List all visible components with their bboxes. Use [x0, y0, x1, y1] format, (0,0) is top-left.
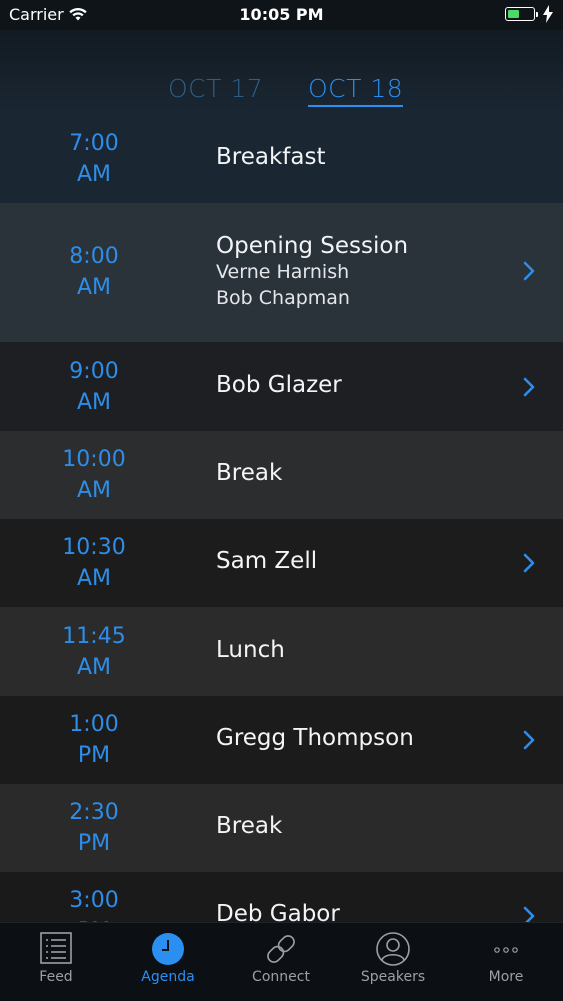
- session-title: Lunch: [216, 637, 285, 663]
- session-title: Sam Zell: [216, 548, 318, 574]
- tab-agenda[interactable]: Agenda: [112, 923, 224, 1001]
- agenda-row-breakfast[interactable]: 7:00 AM Breakfast: [0, 114, 563, 203]
- tab-label: Speakers: [360, 969, 426, 985]
- agenda-row-opening-session[interactable]: 8:00 AM Opening Session Verne Harnish Bo…: [0, 203, 563, 342]
- chevron-right-icon[interactable]: [523, 553, 535, 573]
- time-value: 10:30: [62, 535, 126, 560]
- session-time: 3:00 PM: [0, 885, 188, 922]
- tab-label: More: [488, 969, 524, 985]
- tab-feed[interactable]: Feed: [0, 923, 112, 1001]
- time-value: 7:00: [69, 131, 119, 156]
- session-time: 9:00 AM: [0, 356, 188, 418]
- session-time: 10:00 AM: [0, 444, 188, 506]
- time-period: AM: [76, 655, 112, 680]
- session-title: Break: [216, 813, 283, 839]
- agenda-row-sam-zell[interactable]: 10:30 AM Sam Zell: [0, 519, 563, 607]
- time-period: AM: [76, 566, 112, 591]
- session-time: 10:30 AM: [0, 532, 188, 594]
- time-period: PM: [77, 831, 111, 856]
- session-title: Bob Glazer: [216, 372, 342, 398]
- tab-more[interactable]: More: [450, 923, 562, 1001]
- agenda-list[interactable]: 7:00 AM Breakfast 8:00 AM Opening Sessio…: [0, 114, 563, 922]
- time-value: 3:00: [69, 888, 119, 913]
- battery-icon: [505, 7, 538, 21]
- session-title: Gregg Thompson: [216, 725, 414, 751]
- clock-icon: [152, 933, 184, 965]
- time-value: 2:30: [69, 800, 119, 825]
- chevron-right-icon[interactable]: [523, 906, 535, 922]
- time-period: AM: [76, 162, 112, 187]
- agenda-row-break[interactable]: 2:30 PM Break: [0, 784, 563, 872]
- status-bar: Carrier 10:05 PM: [0, 0, 563, 30]
- time-value: 9:00: [69, 359, 119, 384]
- time-value: 11:45: [62, 624, 126, 649]
- link-icon: [267, 935, 295, 963]
- agenda-row-lunch[interactable]: 11:45 AM Lunch: [0, 607, 563, 696]
- time-period: AM: [76, 390, 112, 415]
- session-time: 11:45 AM: [0, 621, 188, 683]
- time-period: PM: [77, 743, 111, 768]
- tab-speakers[interactable]: Speakers: [337, 923, 449, 1001]
- session-time: 2:30 PM: [0, 797, 188, 859]
- agenda-row-break[interactable]: 10:00 AM Break: [0, 431, 563, 519]
- tab-bar: Feed Agenda Connect Speakers More: [0, 922, 563, 1001]
- time-period: AM: [76, 275, 112, 300]
- tab-connect[interactable]: Connect: [225, 923, 337, 1001]
- tab-label: Agenda: [141, 969, 195, 985]
- chevron-right-icon[interactable]: [523, 261, 535, 281]
- time-period: AM: [76, 478, 112, 503]
- session-time: 1:00 PM: [0, 709, 188, 771]
- agenda-row-deb-gabor[interactable]: 3:00 PM Deb Gabor: [0, 872, 563, 922]
- tab-oct-18[interactable]: OCT 18: [308, 74, 404, 107]
- session-time: 8:00 AM: [0, 241, 188, 303]
- speaker-name: Bob Chapman: [216, 287, 350, 309]
- session-time: 7:00 AM: [0, 128, 188, 190]
- person-icon: [376, 932, 410, 966]
- time-value: 10:00: [62, 447, 126, 472]
- more-icon: [494, 947, 518, 953]
- chevron-right-icon[interactable]: [523, 377, 535, 397]
- tab-label: Feed: [39, 969, 73, 985]
- session-title: Opening Session: [216, 233, 409, 259]
- date-selector: OCT 17 OCT 18: [0, 30, 563, 114]
- charging-bolt-icon: [543, 5, 553, 23]
- speaker-name: Verne Harnish: [216, 261, 350, 283]
- agenda-row-bob-glazer[interactable]: 9:00 AM Bob Glazer: [0, 342, 563, 431]
- session-title: Deb Gabor: [216, 901, 340, 922]
- list-icon: [40, 932, 72, 964]
- tab-label: Connect: [252, 969, 310, 985]
- session-title: Break: [216, 460, 283, 486]
- chevron-right-icon[interactable]: [523, 730, 535, 750]
- agenda-row-gregg-thompson[interactable]: 1:00 PM Gregg Thompson: [0, 696, 563, 784]
- session-title: Breakfast: [216, 144, 326, 170]
- time-value: 8:00: [69, 244, 119, 269]
- status-time: 10:05 PM: [239, 5, 324, 24]
- time-value: 1:00: [69, 712, 119, 737]
- tab-oct-17[interactable]: OCT 17: [168, 74, 263, 103]
